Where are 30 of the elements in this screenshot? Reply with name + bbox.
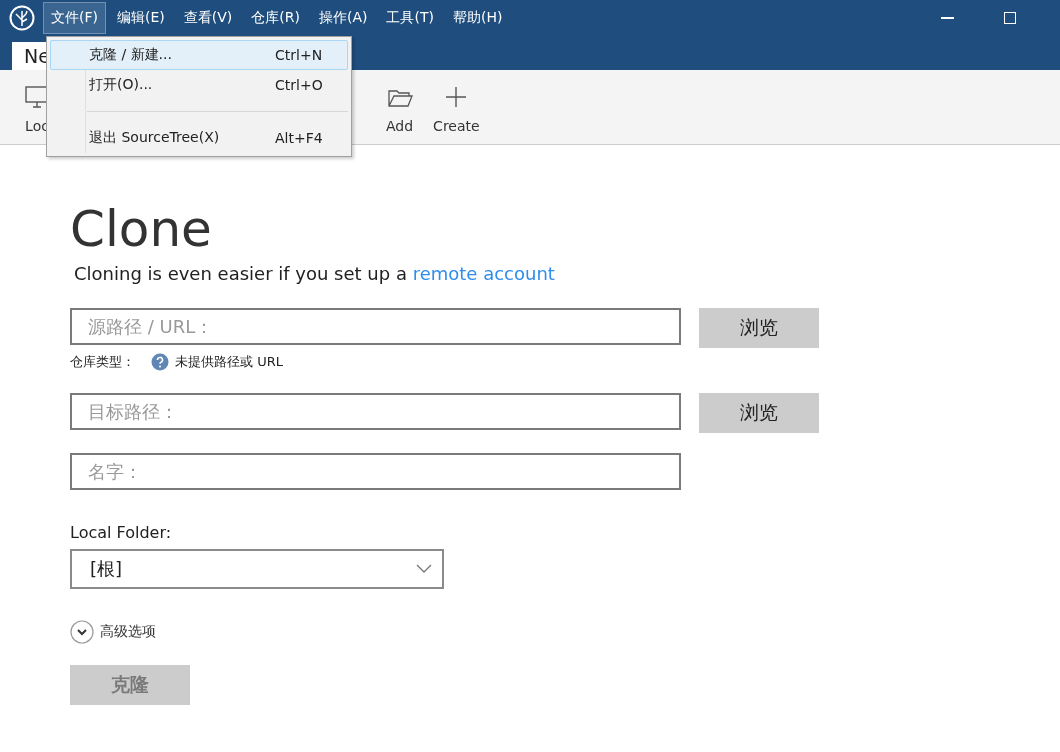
menu-bar-item[interactable]: 文件(F): [43, 2, 106, 34]
repo-type-value: 未提供路径或 URL: [175, 353, 283, 371]
name-field[interactable]: 名字：: [70, 453, 681, 490]
menu-bar-item[interactable]: 操作(A): [310, 2, 376, 34]
menu-item[interactable]: 打开(O)... Ctrl+O: [50, 70, 348, 100]
toolbar-button[interactable]: Add: [376, 84, 424, 134]
local-folder-dropdown[interactable]: [根]: [70, 549, 444, 589]
advanced-options-toggle[interactable]: 高级选项: [70, 620, 156, 644]
maximize-icon[interactable]: [1004, 12, 1016, 24]
browse-button[interactable]: 浏览: [699, 393, 819, 433]
page-title: Clone: [70, 199, 213, 259]
menu-bar-item[interactable]: 帮助(H): [444, 2, 511, 34]
tree-logo-icon: [9, 5, 35, 31]
chevron-down-icon: [416, 564, 432, 574]
menu-bar-item[interactable]: 查看(V): [175, 2, 241, 34]
toolbar-button[interactable]: Create: [423, 84, 490, 134]
menu-bar-item[interactable]: 编辑(E): [109, 2, 173, 34]
local-folder-label: Local Folder:: [70, 523, 173, 542]
remote-account-link[interactable]: remote account: [412, 263, 555, 284]
subtitle: Cloning is even easier if you set up a remote account: [74, 263, 556, 284]
source-field[interactable]: 源路径 / URL：: [70, 308, 681, 345]
destination-field[interactable]: 目标路径：: [70, 393, 681, 430]
help-icon: [151, 353, 169, 371]
chevron-circle-icon: [70, 620, 94, 644]
menu-item[interactable]: 退出 SourceTree(X) Alt+F4: [50, 123, 348, 153]
menu-bar-item[interactable]: 仓库(R): [243, 2, 308, 34]
menu-item[interactable]: 克隆 / 新建... Ctrl+N: [50, 40, 348, 70]
repo-type-label: 仓库类型：: [70, 353, 135, 371]
browse-button[interactable]: 浏览: [699, 308, 819, 348]
menu-bar-item[interactable]: 工具(T): [378, 2, 442, 34]
